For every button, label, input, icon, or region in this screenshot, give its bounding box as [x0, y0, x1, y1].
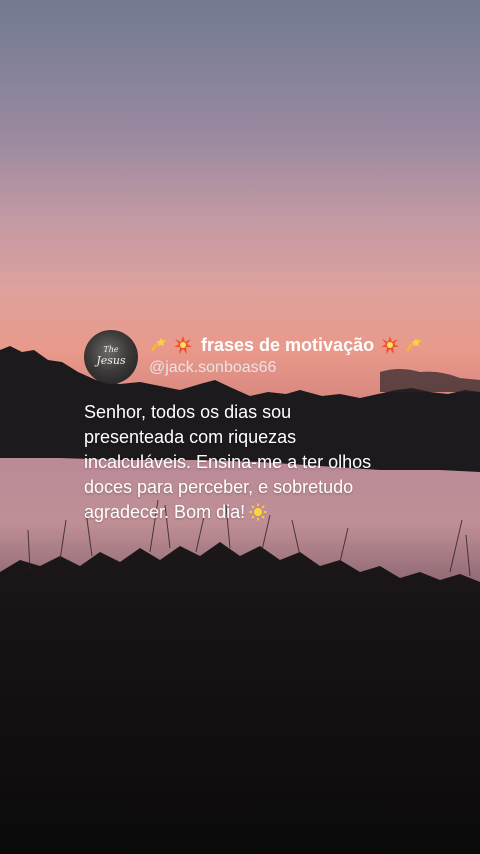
user-handle[interactable]: @jack.sonboas66	[149, 359, 428, 377]
quote-line-last: agradecer. Bom dia!	[84, 500, 414, 525]
post-header: The Jesus frases de motivação @jack.sonb…	[84, 330, 444, 384]
dizzy-icon	[404, 335, 424, 355]
quote-text: Senhor, todos os dias sou presenteada co…	[84, 400, 414, 525]
dizzy-icon	[149, 335, 169, 355]
quote-line: doces para perceber, e sobretudo	[84, 477, 354, 497]
quote-line: Senhor, todos os dias sou	[84, 402, 292, 422]
background-photo: The Jesus frases de motivação @jack.sonb…	[0, 0, 480, 854]
display-name: frases de motivação	[201, 335, 375, 355]
quote-line: incalculáveis. Ensina-me a ter olhos	[84, 452, 372, 472]
sun-icon	[249, 503, 267, 521]
quote-line: agradecer. Bom dia!	[84, 502, 246, 522]
collision-icon	[173, 335, 193, 355]
display-name-row: frases de motivação	[149, 334, 428, 356]
collision-icon	[380, 335, 400, 355]
quote-line: presenteada com riquezas	[84, 427, 297, 447]
grass-foreground	[0, 542, 480, 854]
quote-post: The Jesus frases de motivação @jack.sonb…	[84, 330, 444, 525]
avatar-logo: The Jesus	[96, 345, 126, 367]
avatar[interactable]: The Jesus	[84, 330, 138, 384]
post-author: frases de motivação @jack.sonboas66	[149, 334, 428, 377]
